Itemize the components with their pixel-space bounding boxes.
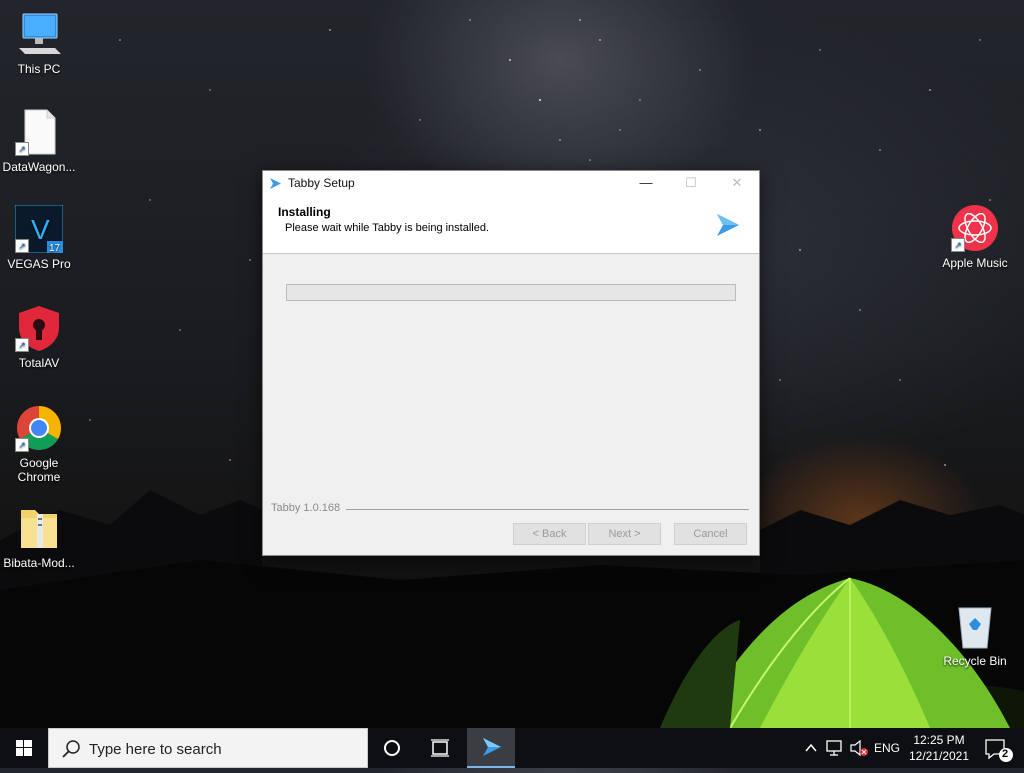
desktop-icon-label: TotalAV: [18, 356, 60, 370]
notification-icon: [985, 739, 1013, 762]
desktop-icon-datawagon[interactable]: ↗ DataWagon...: [0, 108, 78, 174]
taskbar: Type here to search ENG 12:25 PM 12/21/2…: [0, 728, 1024, 768]
back-button[interactable]: < Back: [513, 523, 586, 545]
taskbar-app-tabby[interactable]: [467, 728, 515, 768]
shortcut-arrow-icon: ↗: [15, 338, 29, 352]
taskbar-clock[interactable]: 12:25 PM 12/21/2021: [900, 732, 978, 764]
desktop-icon-totalav[interactable]: ↗ TotalAV: [0, 304, 78, 370]
desktop-icon-recycle-bin[interactable]: Recycle Bin: [936, 602, 1014, 668]
desktop-icon-label: Apple Music: [942, 256, 1008, 270]
clock-date: 12/21/2021: [908, 749, 970, 763]
desktop-icon-this-pc[interactable]: This PC: [0, 10, 78, 76]
installer-header: Installing Please wait while Tabby is be…: [263, 195, 759, 254]
tabby-app-icon: [269, 177, 282, 195]
clock-time: 12:25 PM: [913, 733, 965, 747]
install-progress-bar: [286, 284, 736, 301]
chevron-up-icon: [805, 743, 817, 752]
desktop-icon-label: Recycle Bin: [943, 654, 1007, 668]
desktop-icon-google-chrome[interactable]: ↗ Google Chrome: [0, 404, 78, 484]
desktop-icon-apple-music[interactable]: ↗ Apple Music: [936, 204, 1014, 270]
zip-folder-icon: [15, 504, 63, 552]
desktop-icon-label: VEGAS Pro: [7, 257, 71, 271]
desktop-icon-label: This PC: [17, 62, 61, 76]
maximize-button[interactable]: ☐: [668, 171, 714, 195]
cancel-button[interactable]: Cancel: [674, 523, 747, 545]
next-button[interactable]: Next >: [588, 523, 661, 545]
tabby-logo-icon: [715, 212, 741, 243]
task-view-icon: [431, 739, 449, 757]
desktop-icon-label: Bibata-Mod...: [3, 556, 75, 570]
window-title: Tabby Setup: [288, 176, 355, 190]
svg-text:V: V: [31, 214, 50, 245]
task-view-button[interactable]: [416, 728, 464, 768]
window-titlebar[interactable]: Tabby Setup — ☐ ✕: [263, 171, 759, 195]
tabby-taskbar-icon: [483, 738, 501, 756]
recycle-bin-icon: [951, 602, 999, 650]
search-placeholder: Type here to search: [89, 741, 222, 758]
shortcut-arrow-icon: ↗: [15, 438, 29, 452]
totalav-shield-icon: ↗: [15, 304, 63, 352]
page-title: Installing: [278, 205, 331, 219]
close-button[interactable]: ✕: [714, 171, 760, 195]
shortcut-arrow-icon: ↗: [951, 238, 965, 252]
desktop-icon-label: DataWagon...: [2, 160, 76, 174]
windows-logo-icon: [16, 740, 32, 756]
cortana-circle-icon: [384, 740, 400, 756]
notification-count-badge: 2: [1002, 748, 1009, 760]
start-button[interactable]: [0, 728, 48, 768]
cortana-button[interactable]: [368, 728, 416, 768]
language-indicator[interactable]: ENG: [874, 728, 900, 768]
volume-muted-icon: [850, 739, 868, 757]
desktop-icon-bibata[interactable]: Bibata-Mod...: [0, 504, 78, 570]
svg-text:17: 17: [49, 243, 61, 253]
show-hidden-icons-button[interactable]: [802, 728, 820, 768]
installer-window: Tabby Setup — ☐ ✕ Installing Please wait…: [262, 170, 760, 556]
document-icon: ↗: [15, 108, 63, 156]
action-center-button[interactable]: 2: [980, 728, 1020, 768]
computer-icon: [15, 10, 63, 58]
page-subtitle: Please wait while Tabby is being install…: [285, 222, 490, 234]
shortcut-arrow-icon: ↗: [15, 239, 29, 253]
taskbar-search-box[interactable]: Type here to search: [48, 728, 368, 768]
minimize-button[interactable]: —: [623, 171, 669, 195]
shortcut-arrow-icon: ↗: [15, 142, 29, 156]
network-icon: [826, 740, 842, 756]
branding-divider: [346, 509, 749, 510]
volume-status[interactable]: [848, 728, 870, 768]
vegas-pro-icon: V 17 ↗: [14, 204, 64, 254]
desktop-icon-label: Google Chrome: [17, 456, 61, 484]
network-status[interactable]: [824, 728, 846, 768]
branding-text: Tabby 1.0.168: [271, 502, 341, 514]
search-icon: [61, 739, 81, 764]
desktop-icon-vegas-pro[interactable]: V 17 ↗ VEGAS Pro: [0, 204, 78, 271]
chrome-icon: ↗: [15, 404, 63, 452]
apple-music-icon: ↗: [951, 204, 999, 252]
